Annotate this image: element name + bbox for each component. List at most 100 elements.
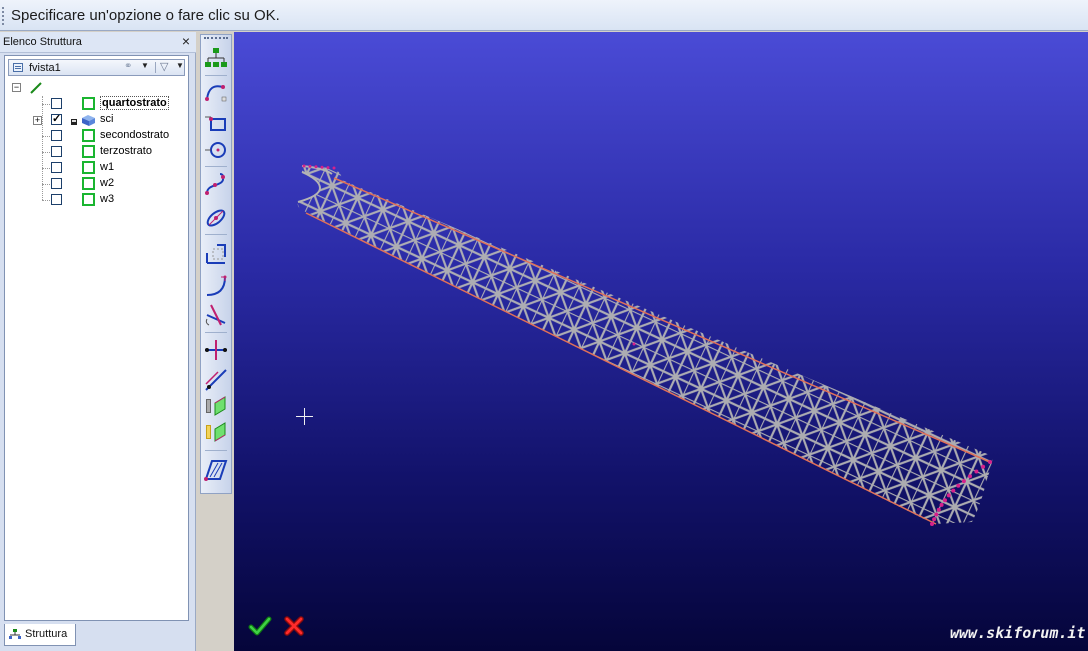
tab-structure[interactable]: Struttura (4, 624, 76, 646)
layer-icon (82, 161, 95, 174)
spline-icon[interactable] (203, 171, 229, 197)
visibility-checkbox[interactable] (51, 112, 62, 125)
edge-node (932, 517, 937, 522)
cancel-button[interactable] (282, 614, 306, 638)
tree-connector (42, 152, 50, 153)
edge-node (936, 507, 941, 512)
watermark: www.skiforum.it (950, 624, 1086, 642)
command-prompt-bar: Specificare un'opzione o fare clic su OK… (0, 0, 1088, 31)
structure-tree-icon (9, 629, 21, 639)
mesh-body (297, 166, 993, 524)
checkmark-icon (248, 616, 272, 636)
tree-connector (42, 104, 50, 105)
ski-mesh-model (297, 164, 993, 526)
tree-connector (42, 168, 50, 169)
edge-node (951, 488, 956, 493)
visibility-checkbox[interactable] (51, 130, 62, 141)
tree-item-label: w1 (100, 161, 115, 173)
edge-node (981, 464, 986, 469)
sketch-line-icon (30, 82, 42, 94)
extrude-icon[interactable] (203, 393, 229, 419)
edge-node (943, 498, 947, 503)
layer-icon (82, 177, 95, 190)
edge-node (314, 165, 318, 169)
edge-node (308, 164, 312, 168)
collapse-icon[interactable]: − (12, 83, 21, 92)
view-selector[interactable]: fvista1 ⚭ ▼ ▽ ▼ (8, 59, 185, 76)
layer-icon (82, 97, 95, 110)
close-icon[interactable]: × (179, 33, 193, 49)
panel-title: Elenco Struttura (3, 36, 82, 48)
drawing-toolbar (200, 34, 232, 494)
cursor-crosshair (296, 408, 313, 425)
graphics-viewport[interactable]: www.skiforum.it (234, 32, 1088, 651)
separator (205, 332, 227, 333)
tree-item-label: quartostrato (100, 96, 169, 110)
tree-item-label: w2 (100, 177, 115, 189)
prompt-text: Specificare un'opzione o fare clic su OK… (11, 7, 280, 24)
view-icon (13, 63, 23, 72)
tree-item[interactable]: terzostrato (5, 144, 188, 160)
edge-node (326, 166, 330, 170)
toolbar-grip[interactable] (204, 37, 228, 39)
fillet-icon[interactable] (203, 273, 229, 299)
visibility-checkbox[interactable] (51, 146, 62, 157)
ski-edge-top (333, 177, 991, 463)
circle-icon[interactable] (203, 137, 229, 163)
corner-icon[interactable] (203, 241, 229, 267)
tree-item[interactable]: w1 (5, 160, 188, 176)
tree-connector (42, 200, 50, 201)
separator (205, 234, 227, 235)
expand-icon[interactable]: + (33, 116, 42, 125)
view-name: fvista1 (29, 62, 61, 74)
tree-connector (42, 184, 50, 185)
binoculars-icon[interactable]: ⚭ (124, 61, 132, 72)
edge-node (934, 512, 939, 517)
ski-edge-bottom (305, 212, 937, 525)
layer-icon (82, 145, 95, 158)
tree-item[interactable]: w2 (5, 176, 188, 192)
ellipse-slot-icon[interactable] (203, 205, 229, 231)
edge-node (988, 460, 992, 464)
tree-connector (42, 136, 50, 137)
rectangle-icon[interactable] (203, 109, 229, 135)
tab-label: Struttura (25, 628, 68, 640)
surface-icon[interactable] (203, 419, 229, 445)
edge-node (930, 522, 934, 526)
line-icon[interactable] (203, 367, 229, 393)
tree-item-label: terzostrato (100, 145, 152, 157)
chevron-down-icon[interactable]: ▼ (176, 61, 184, 70)
separator (155, 62, 156, 73)
structure-panel: Elenco Struttura × fvista1 ⚭ ▼ ▽ ▼ − qua… (0, 32, 196, 651)
edge-node (302, 164, 306, 168)
visibility-checkbox[interactable] (51, 178, 62, 189)
filter-icon[interactable]: ▽ (160, 60, 168, 73)
tree-item-label: secondostrato (100, 129, 170, 141)
prompt-grip-handle[interactable] (2, 7, 6, 25)
structure-tree: fvista1 ⚭ ▼ ▽ ▼ − quartostrato + ✓ sci s… (4, 55, 189, 621)
solid-body-icon (71, 115, 95, 126)
edge-node (956, 483, 961, 488)
visibility-checkbox[interactable] (51, 98, 62, 109)
separator (205, 166, 227, 167)
tree-item[interactable]: + sci (5, 112, 188, 128)
tree-item[interactable]: secondostrato (5, 128, 188, 144)
trim-icon[interactable] (203, 301, 229, 327)
edge-node (968, 474, 972, 479)
visibility-checkbox[interactable] (51, 162, 62, 173)
visibility-checkbox[interactable] (51, 194, 62, 205)
edge-node (632, 342, 636, 346)
edge-node (939, 502, 944, 507)
tree-item[interactable]: quartostrato (5, 96, 188, 112)
edge-node (961, 479, 966, 484)
arc-icon[interactable] (203, 79, 229, 105)
separator (205, 450, 227, 451)
ok-button[interactable] (248, 614, 272, 638)
intersect-icon[interactable] (203, 337, 229, 363)
tree-root-row[interactable]: − (5, 80, 188, 96)
chevron-down-icon[interactable]: ▼ (141, 61, 149, 70)
tree-item[interactable]: w3 (5, 192, 188, 208)
layer-icon (82, 129, 95, 142)
hatch-icon[interactable] (203, 457, 229, 483)
structure-tree-icon[interactable] (203, 45, 229, 71)
